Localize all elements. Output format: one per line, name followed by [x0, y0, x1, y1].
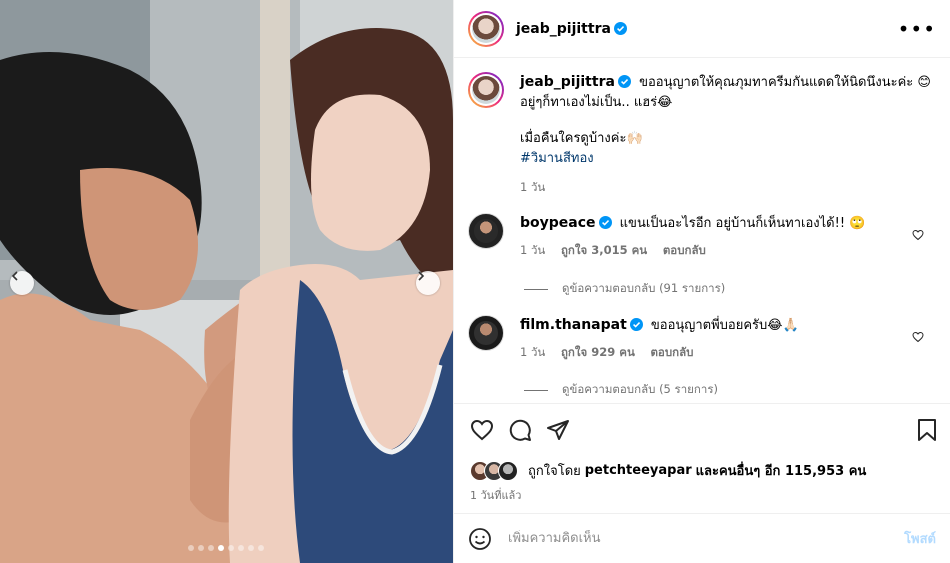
- replies-divider: [524, 389, 548, 391]
- comment-time: 1 วัน: [520, 243, 546, 257]
- comment-item: film.thanapat ขออนุญาตพี่บอยครับ😂🙏🏻 1 วั…: [468, 315, 936, 362]
- carousel-next-button[interactable]: [416, 271, 440, 295]
- avatar[interactable]: [468, 72, 504, 108]
- caption-time: 1 วัน: [520, 180, 546, 194]
- view-replies-label: ดูข้อความตอบกลับ (91 รายการ): [562, 281, 726, 295]
- comment-composer: โพสต์: [454, 513, 950, 563]
- comments-list: jeab_pijittra ขออนุญาตให้คุณภุมทาครีมกัน…: [454, 58, 950, 403]
- likes-liker[interactable]: petchteeyapar: [585, 463, 692, 478]
- carousel-prev-button[interactable]: [10, 271, 34, 295]
- caption-username[interactable]: jeab_pijittra: [520, 74, 615, 90]
- carousel-dot: [188, 545, 194, 551]
- post-button[interactable]: โพสต์: [904, 528, 936, 549]
- comment-time: 1 วัน: [520, 345, 546, 359]
- caption-line-1: ขออนุญาตให้คุณภุมทาครีมกันแดดให้นิดนึงนะ…: [639, 75, 931, 90]
- post-actions: ถูกใจโดย petchteeyapar และคนอื่นๆ อีก 11…: [454, 403, 950, 502]
- verified-icon: [629, 318, 643, 331]
- carousel-dot: [228, 545, 234, 551]
- verified-icon: [613, 22, 627, 35]
- emoji-icon[interactable]: [468, 527, 492, 551]
- view-replies-button[interactable]: ดูข้อความตอบกลับ (5 รายการ): [524, 381, 718, 399]
- carousel-dot: [248, 545, 254, 551]
- verified-icon: [598, 216, 612, 229]
- avatar[interactable]: [468, 213, 504, 249]
- header-username[interactable]: jeab_pijittra: [516, 21, 611, 37]
- more-icon[interactable]: •••: [898, 19, 936, 39]
- posted-time: 1 วันที่แล้ว: [470, 489, 522, 502]
- replies-divider: [524, 288, 548, 290]
- heart-icon[interactable]: [912, 229, 924, 241]
- verified-icon: [617, 75, 631, 88]
- carousel-dot: [198, 545, 204, 551]
- carousel-dot: [208, 545, 214, 551]
- comment-icon[interactable]: [508, 418, 532, 442]
- chevron-left-icon: [11, 271, 18, 281]
- caption-line-3: เมื่อคืนใครดูบ้างค่ะ🙌🏻: [520, 131, 643, 146]
- comment-username[interactable]: film.thanapat: [520, 317, 627, 333]
- post-photo: [0, 0, 453, 563]
- comment-reply-button[interactable]: ตอบกลับ: [663, 243, 706, 257]
- chevron-right-icon: [418, 271, 425, 281]
- caption-hashtag[interactable]: #วิมานสีทอง: [520, 149, 931, 169]
- photo-illustration: [0, 0, 453, 563]
- caption: jeab_pijittra ขออนุญาตให้คุณภุมทาครีมกัน…: [468, 72, 936, 197]
- carousel-dot: [238, 545, 244, 551]
- comment-likes[interactable]: ถูกใจ 3,015 คน: [561, 243, 647, 257]
- comment-input[interactable]: [506, 530, 905, 547]
- heart-icon[interactable]: [912, 331, 924, 343]
- comment-text: แขนเป็นอะไรอีก อยู่บ้านก็เห็นทาเองได้!! …: [619, 216, 866, 231]
- carousel-dot: [258, 545, 264, 551]
- likes-summary: ถูกใจโดย petchteeyapar และคนอื่นๆ อีก 11…: [470, 460, 866, 481]
- share-icon[interactable]: [546, 418, 570, 442]
- comment-username[interactable]: boypeace: [520, 215, 596, 231]
- carousel-dots: [188, 545, 264, 551]
- avatar[interactable]: [468, 315, 504, 351]
- view-replies-label: ดูข้อความตอบกลับ (5 รายการ): [562, 382, 718, 396]
- comment-text: ขออนุญาตพี่บอยครับ😂🙏🏻: [650, 318, 799, 333]
- view-replies-button[interactable]: ดูข้อความตอบกลับ (91 รายการ): [524, 280, 725, 298]
- post-header: jeab_pijittra •••: [454, 0, 950, 58]
- carousel-dot: [218, 545, 224, 551]
- post-sidebar: jeab_pijittra ••• jeab_pijittra ขออนุญาต…: [453, 0, 950, 563]
- comment-reply-button[interactable]: ตอบกลับ: [650, 345, 693, 359]
- comment-likes[interactable]: ถูกใจ 929 คน: [561, 345, 635, 359]
- comment-item: boypeace แขนเป็นอะไรอีก อยู่บ้านก็เห็นทา…: [468, 213, 936, 260]
- caption-line-2: อยู่ๆก็ทาเองไม่เป็น.. แฮร่😂: [520, 95, 673, 110]
- instagram-post-modal: jeab_pijittra ••• jeab_pijittra ขออนุญาต…: [0, 0, 950, 563]
- bookmark-icon[interactable]: [916, 418, 938, 442]
- avatar[interactable]: [468, 10, 504, 47]
- likes-suffix[interactable]: และคนอื่นๆ อีก 115,953 คน: [696, 460, 867, 481]
- avatar: [498, 460, 518, 481]
- liker-avatars: [470, 460, 522, 481]
- likes-prefix: ถูกใจโดย: [528, 464, 581, 479]
- heart-icon[interactable]: [470, 418, 494, 442]
